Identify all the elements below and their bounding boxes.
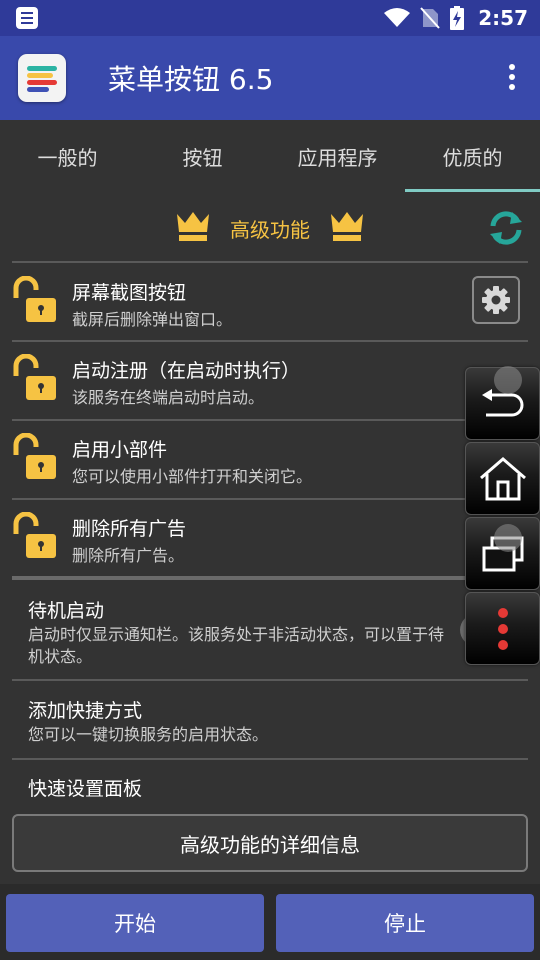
list-item-title: 待机启动 bbox=[28, 600, 105, 622]
floating-back-button[interactable] bbox=[465, 366, 540, 440]
tab-buttons[interactable]: 按钮 bbox=[135, 120, 270, 192]
wifi-icon bbox=[384, 8, 411, 27]
list-item-title: 添加快捷方式 bbox=[28, 700, 143, 722]
status-bar: 2:57 bbox=[0, 0, 540, 36]
stop-button[interactable]: 停止 bbox=[276, 894, 534, 952]
divider bbox=[12, 340, 528, 342]
premium-item-subtitle: 您可以使用小部件打开和关闭它。 bbox=[72, 467, 313, 486]
list-item-subtitle: 您可以一键切换服务的启用状态。 bbox=[28, 725, 269, 744]
unlock-icon bbox=[13, 354, 56, 400]
divider bbox=[12, 419, 528, 421]
section-divider bbox=[12, 576, 528, 580]
tab-general[interactable]: 一般的 bbox=[0, 120, 135, 192]
tab-bar: 一般的 按钮 应用程序 优质的 bbox=[0, 120, 540, 192]
refresh-icon[interactable] bbox=[486, 208, 526, 248]
unlock-icon bbox=[13, 276, 56, 322]
list-item-subtitle: 启动时仅显示通知栏。该服务处于非活动状态，可以置于待机状态。 bbox=[28, 625, 445, 666]
list-item-title: 快速设置面板 bbox=[28, 778, 143, 800]
crown-icon bbox=[331, 212, 363, 241]
tab-premium[interactable]: 优质的 bbox=[405, 120, 540, 192]
divider bbox=[12, 498, 528, 500]
no-sim-icon bbox=[420, 7, 440, 29]
premium-item-title: 删除所有广告 bbox=[72, 518, 187, 540]
touch-indicator bbox=[494, 366, 522, 394]
touch-indicator bbox=[494, 524, 522, 552]
status-icons: 2:57 bbox=[384, 0, 528, 36]
premium-item-title: 屏幕截图按钮 bbox=[72, 282, 187, 304]
premium-item-title: 启动注册（在启动时执行） bbox=[72, 360, 301, 382]
premium-item-subtitle: 删除所有广告。 bbox=[72, 546, 185, 565]
premium-header: 高级功能 bbox=[0, 200, 540, 256]
battery-charging-icon bbox=[450, 6, 465, 30]
app-title: 菜单按钮 6.5 bbox=[108, 63, 274, 96]
premium-item-subtitle: 该服务在终端启动时启动。 bbox=[72, 388, 265, 407]
premium-item-subtitle: 截屏后删除弹出窗口。 bbox=[72, 310, 233, 329]
notification-icon bbox=[16, 7, 38, 29]
floating-menu-button[interactable] bbox=[465, 592, 540, 665]
premium-details-button[interactable]: 高级功能的详细信息 bbox=[12, 814, 528, 872]
status-time: 2:57 bbox=[478, 6, 528, 30]
unlock-icon bbox=[13, 433, 56, 479]
divider bbox=[12, 261, 528, 263]
premium-item-title: 启用小部件 bbox=[72, 439, 168, 461]
divider bbox=[12, 679, 528, 681]
app-bar: 菜单按钮 6.5 bbox=[0, 36, 540, 120]
floating-home-button[interactable] bbox=[465, 442, 540, 515]
more-vert-icon[interactable] bbox=[508, 64, 516, 94]
unlock-icon bbox=[13, 512, 56, 558]
tab-apps[interactable]: 应用程序 bbox=[270, 120, 405, 192]
gear-icon bbox=[482, 286, 510, 314]
menu-dots-icon bbox=[497, 607, 508, 650]
floating-recents-button[interactable] bbox=[465, 517, 540, 590]
screenshot-settings-button[interactable] bbox=[472, 276, 520, 324]
app-logo bbox=[18, 54, 66, 102]
home-icon bbox=[479, 456, 526, 500]
divider bbox=[12, 758, 528, 760]
premium-title: 高级功能 bbox=[230, 218, 310, 242]
start-button[interactable]: 开始 bbox=[6, 894, 264, 952]
